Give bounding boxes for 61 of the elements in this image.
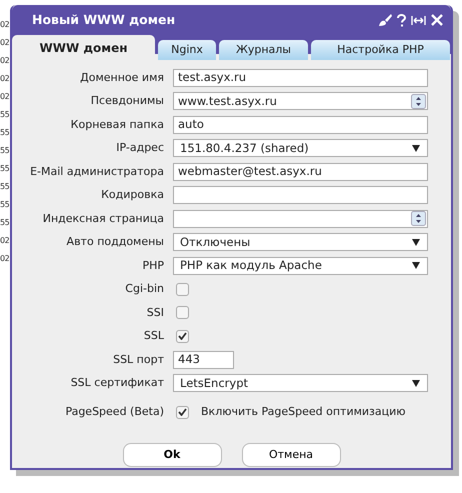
- background-text: 55: [0, 217, 10, 229]
- dropdown-arrow-icon[interactable]: [412, 380, 420, 387]
- background-text: 02: [0, 253, 10, 265]
- background-text: 02: [0, 37, 10, 49]
- tab[interactable]: Nginx: [158, 40, 216, 60]
- field-label: Корневая папка: [70, 116, 165, 132]
- field-label: IP-адрес: [115, 140, 165, 156]
- dropdown-arrow-icon[interactable]: [412, 144, 420, 152]
- cancel-button[interactable]: Отмена: [242, 443, 340, 467]
- dropdown-field[interactable]: LetsEncrypt: [173, 374, 428, 392]
- background-text: 02: [0, 19, 10, 31]
- field-label: Кодировка: [100, 187, 165, 203]
- tab[interactable]: Журналы: [219, 40, 308, 60]
- input-field[interactable]: 443: [173, 350, 234, 369]
- input-field[interactable]: test.asyx.ru: [173, 68, 428, 87]
- background-text: 55: [0, 163, 10, 175]
- field-label: SSL: [142, 328, 165, 344]
- spinner-icon[interactable]: [411, 94, 426, 109]
- background-text: 02: [0, 91, 10, 103]
- input-field[interactable]: [173, 186, 428, 204]
- field-label: Индексная страница: [42, 210, 165, 226]
- dropdown-field[interactable]: Отключены: [173, 233, 428, 252]
- background-text: 55: [0, 145, 10, 157]
- help-icon[interactable]: [397, 14, 406, 26]
- field-label: SSL сертификат: [70, 375, 165, 391]
- field-label: Cgi-bin: [124, 281, 165, 297]
- ok-button[interactable]: Ok: [122, 443, 222, 467]
- checkbox-caption: Включить PageSpeed оптимизацию: [201, 404, 406, 420]
- field-label: Псевдонимы: [90, 93, 165, 109]
- background-text: 02: [0, 55, 10, 67]
- input-field[interactable]: auto: [173, 116, 428, 134]
- dropdown-field[interactable]: 151.80.4.237 (shared): [173, 139, 428, 158]
- background-text: 55: [0, 181, 10, 193]
- background-text: 55: [0, 109, 10, 121]
- brush-icon[interactable]: [379, 14, 392, 26]
- checkbox[interactable]: [176, 330, 189, 343]
- input-field[interactable]: webmaster@test.asyx.ru: [173, 162, 428, 181]
- close-icon[interactable]: [431, 14, 443, 26]
- input-field[interactable]: [173, 210, 428, 228]
- dropdown-arrow-icon[interactable]: [412, 262, 420, 270]
- dropdown-arrow-icon[interactable]: [412, 238, 420, 246]
- background-text: 55: [0, 127, 10, 139]
- background-text: 02: [0, 73, 10, 85]
- checkbox[interactable]: [176, 282, 189, 296]
- input-field[interactable]: www.test.asyx.ru: [173, 92, 428, 110]
- spinner-icon[interactable]: [411, 211, 426, 226]
- field-label: Доменное имя: [79, 70, 165, 86]
- window-title: Новый WWW домен: [32, 10, 176, 29]
- dropdown-field[interactable]: PHP как модуль Apache: [173, 256, 428, 275]
- field-label: PHP: [141, 258, 165, 274]
- field-label: SSI: [146, 304, 165, 320]
- field-label: Авто поддомены: [66, 234, 165, 250]
- checkbox[interactable]: [176, 306, 189, 320]
- background-text: 55: [0, 199, 10, 211]
- field-label: SSL порт: [112, 352, 165, 368]
- background-text: 02: [0, 235, 10, 247]
- tab[interactable]: Настройка PHP: [311, 40, 450, 60]
- field-label: E-Mail администратора: [29, 164, 165, 180]
- field-label: PageSpeed (Beta): [64, 404, 165, 420]
- checkbox[interactable]: [176, 406, 189, 418]
- expand-icon[interactable]: [411, 14, 426, 26]
